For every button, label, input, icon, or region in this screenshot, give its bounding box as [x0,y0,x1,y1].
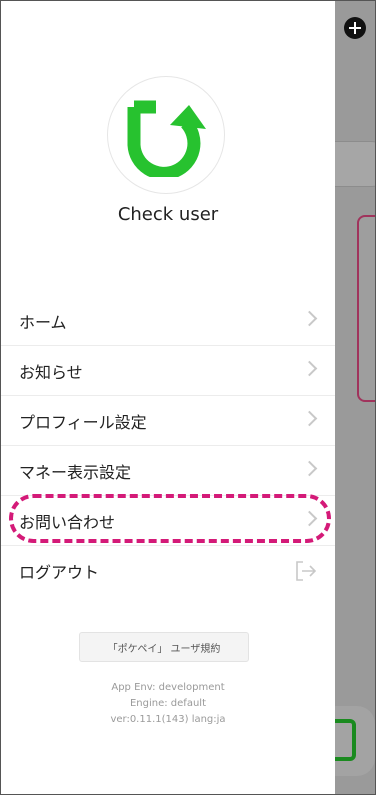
highlight-annotation [9,494,331,543]
chevron-right-icon [301,310,318,327]
side-drawer: Check user ホーム お知らせ プロフィール設定 マネー表示設定 お問い… [1,1,335,794]
logout-icon [296,561,317,581]
background-card [357,215,375,402]
menu-item-label: マネー表示設定 [19,462,132,482]
avatar [107,76,225,194]
menu-item-notices[interactable]: お知らせ [1,346,335,396]
menu-item-logout[interactable]: ログアウト [1,546,335,595]
chevron-right-icon [301,460,318,477]
terms-button[interactable]: 「ポケペイ」 ユーザ規約 [79,632,249,662]
app-env-text: App Env: development [111,682,225,693]
chevron-right-icon [301,360,318,377]
add-icon[interactable] [344,17,366,39]
menu-item-label: ログアウト [19,562,100,582]
screen: Check user ホーム お知らせ プロフィール設定 マネー表示設定 お問い… [0,0,376,795]
scan-icon [332,719,356,761]
version-text: ver:0.11.1(143) lang:ja [110,714,226,725]
user-name: Check user [117,204,219,225]
menu-item-profile-settings[interactable]: プロフィール設定 [1,396,335,446]
menu-item-home[interactable]: ホーム [1,296,335,346]
app-logo-icon [127,100,206,177]
menu-item-label: お知らせ [19,362,83,382]
drawer-menu: ホーム お知らせ プロフィール設定 マネー表示設定 お問い合わせ ログアウト [1,296,335,595]
menu-item-label: プロフィール設定 [19,412,147,432]
menu-item-money-display-settings[interactable]: マネー表示設定 [1,446,335,496]
engine-text: Engine: default [129,698,206,709]
menu-item-label: ホーム [19,312,67,332]
chevron-right-icon [301,410,318,427]
